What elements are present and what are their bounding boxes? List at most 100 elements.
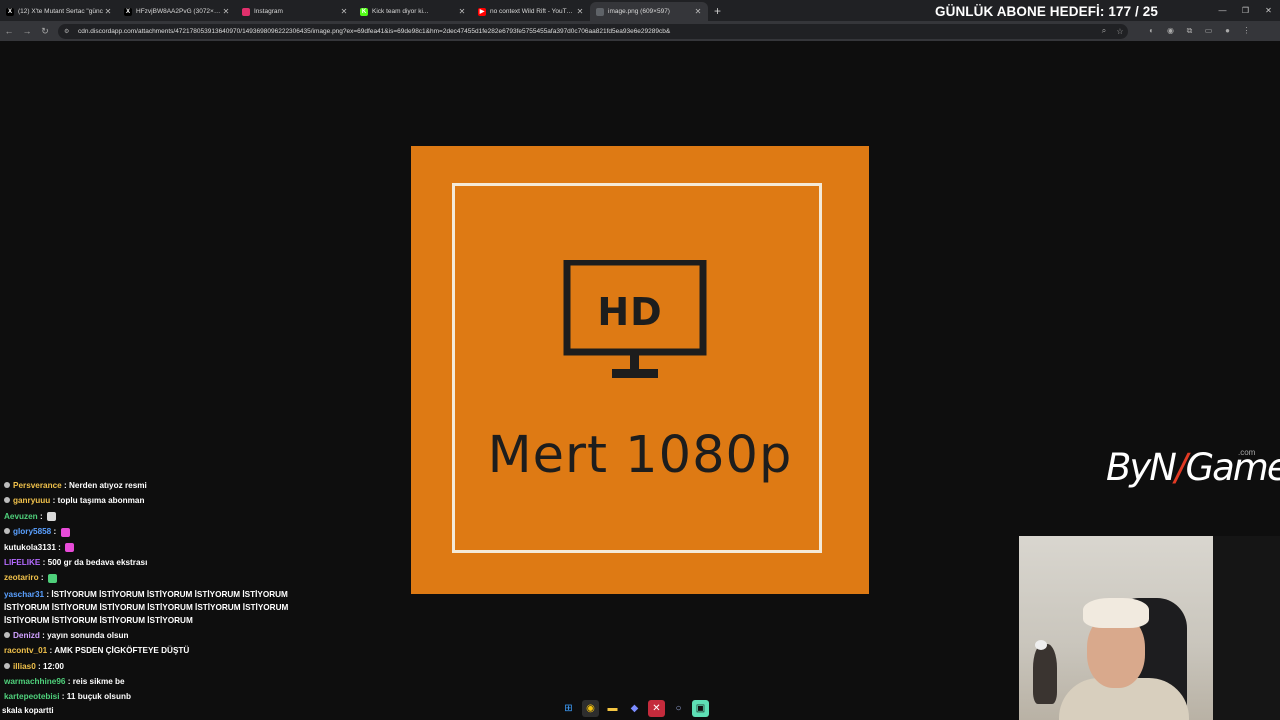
profile-avatar[interactable]: ● xyxy=(1218,26,1237,36)
close-tab-icon[interactable]: ✕ xyxy=(104,7,112,16)
forward-icon[interactable]: → xyxy=(18,26,36,36)
file-explorer-icon[interactable]: ▬ xyxy=(604,700,621,717)
chat-separator: : xyxy=(50,496,58,506)
chat-emote-icon xyxy=(60,527,70,537)
webcam-dark-edge xyxy=(1213,536,1280,720)
tab-title: HFzvjBW8AA2PvG (3072×4096) xyxy=(136,8,222,15)
url-text[interactable]: cdn.discordapp.com/attachments/472178053… xyxy=(78,28,1096,35)
chat-message: warmachhine96 : reis sikme be xyxy=(0,674,316,689)
new-tab-icon[interactable]: + xyxy=(714,4,721,18)
browser-tab[interactable]: X HFzvjBW8AA2PvG (3072×4096) ✕ xyxy=(118,2,236,21)
chat-username[interactable]: LIFELIKE xyxy=(4,558,40,567)
hd-label: HD xyxy=(597,290,663,334)
webcam-feed xyxy=(1019,536,1213,720)
app-icon[interactable]: ▣ xyxy=(692,700,709,717)
logo-domain: .com xyxy=(1238,448,1256,457)
app-icon[interactable]: ◆ xyxy=(626,700,643,717)
tab-title: (12) X'te Mutant Sertac "günc xyxy=(18,8,103,15)
chat-message: illias0 : 12:00 xyxy=(0,659,316,674)
puzzle-icon[interactable]: ⧉ xyxy=(1180,26,1199,36)
user-badge-icon xyxy=(4,497,10,504)
chat-message: Denizd : yayın sonunda olsun xyxy=(0,628,316,643)
user-badge-icon xyxy=(4,631,10,638)
extension-icon[interactable]: ◐ xyxy=(1142,26,1161,36)
windows-start-icon[interactable]: ⊞ xyxy=(560,700,577,717)
chat-separator: : xyxy=(61,481,69,490)
window-controls: — ❐ ✕ xyxy=(1211,0,1280,21)
chat-message: Aevuzen : xyxy=(0,509,316,524)
eagle-figurine xyxy=(1033,644,1057,704)
tab-favicon: X xyxy=(124,7,132,16)
chat-message: racontv_01 : AMK PSDEN ÇİGKÖFTEYE DÜŞTÜ xyxy=(0,643,316,658)
chat-message: zeotariro : xyxy=(0,570,316,585)
chat-username[interactable]: kartepeotebisi xyxy=(4,692,60,701)
chat-message: Persverance : Nerden atıyoz resmi xyxy=(0,478,316,493)
chat-text: 12:00 xyxy=(43,661,64,671)
image-caption: Mert 1080p xyxy=(487,426,793,485)
chat-emote-icon xyxy=(46,512,56,522)
chat-username[interactable]: ganryuuu xyxy=(13,496,50,505)
chat-username[interactable]: Aevuzen xyxy=(4,512,38,521)
address-bar[interactable]: ⚙ cdn.discordapp.com/attachments/4721780… xyxy=(58,23,1128,39)
site-info-icon[interactable]: ⚙ xyxy=(64,28,72,35)
streamer-hair xyxy=(1083,598,1149,628)
close-tab-icon[interactable]: ✕ xyxy=(694,7,702,16)
browser-tab[interactable]: X (12) X'te Mutant Sertac "günc ✕ xyxy=(0,2,118,21)
chat-separator: : xyxy=(37,511,45,521)
chat-text: 500 gr da bedava ekstrası xyxy=(47,558,148,568)
chat-panel: Persverance : Nerden atıyoz resmi ganryuu… xyxy=(0,478,316,705)
minimize-icon[interactable]: — xyxy=(1211,0,1234,21)
chat-username[interactable]: kutukola3131 xyxy=(4,543,56,552)
menu-kebab-icon[interactable]: ⋮ xyxy=(1237,26,1256,36)
chat-message: kartepeotebisi : 11 buçuk olsunb xyxy=(0,689,316,704)
chat-message: LIFELIKE : 500 gr da bedava ekstrası xyxy=(0,555,316,570)
user-badge-icon xyxy=(4,528,10,535)
app-icon[interactable]: ○ xyxy=(670,700,687,717)
browser-tab-active[interactable]: image.png (609×597) ✕ xyxy=(590,2,708,21)
chrome-icon[interactable]: ◉ xyxy=(582,700,599,717)
chat-separator: : xyxy=(38,573,46,583)
subscriber-goal: GÜNLÜK ABONE HEDEFİ: 177 / 25 xyxy=(935,4,1158,19)
bookmark-star-icon[interactable]: ☆ xyxy=(1112,27,1128,36)
close-tab-icon[interactable]: ✕ xyxy=(458,7,466,16)
chat-separator: : xyxy=(35,661,44,671)
chat-input-text[interactable]: skala kopartti xyxy=(2,706,54,715)
chat-username[interactable]: yaschar31 xyxy=(4,590,44,599)
zoom-icon[interactable]: ⌕ xyxy=(1096,26,1112,36)
close-tab-icon[interactable]: ✕ xyxy=(222,7,230,16)
chat-username[interactable]: glory5858 xyxy=(13,527,51,536)
chat-text: AMK PSDEN ÇİGKÖFTEYE DÜŞTÜ xyxy=(54,646,190,656)
chat-username[interactable]: illias0 xyxy=(13,662,36,671)
chat-username[interactable]: warmachhine96 xyxy=(4,677,65,686)
tab-favicon: K xyxy=(360,7,368,16)
chat-message: glory5858 : xyxy=(0,524,316,539)
close-window-icon[interactable]: ✕ xyxy=(1257,0,1280,21)
chat-text: toplu taşıma abonman xyxy=(57,496,145,506)
restore-icon[interactable]: ❐ xyxy=(1234,0,1257,21)
reload-icon[interactable]: ↻ xyxy=(36,26,54,37)
browser-tab[interactable]: ▶ no context Wild Rift - YouTube ✕ xyxy=(472,2,590,21)
chat-username[interactable]: zeotariro xyxy=(4,573,39,582)
taskbar: ⊞ ◉ ▬ ◆ ✕ ○ ▣ xyxy=(560,700,709,718)
tab-title: Kick team diyor ki... xyxy=(372,8,429,15)
user-badge-icon xyxy=(4,482,10,488)
chat-separator: : xyxy=(55,542,64,552)
close-tab-icon[interactable]: ✕ xyxy=(576,7,584,16)
tab-favicon: ▶ xyxy=(478,7,486,16)
chat-username[interactable]: Persverance xyxy=(13,481,62,490)
displayed-image: HD Mert 1080p xyxy=(411,146,869,594)
chat-username[interactable]: Denizd xyxy=(13,631,40,640)
extension-icon[interactable]: ◉ xyxy=(1161,26,1180,36)
chat-username[interactable]: racontv_01 xyxy=(4,646,47,655)
chat-text: yayın sonunda olsun xyxy=(47,630,129,640)
chat-separator: : xyxy=(40,558,48,568)
browser-tab[interactable]: Instagram ✕ xyxy=(236,2,354,21)
chat-message: yaschar31 : İSTİYORUM İSTİYORUM İSTİYORU… xyxy=(0,586,316,628)
browser-tab[interactable]: K Kick team diyor ki... ✕ xyxy=(354,2,472,21)
tab-favicon: X xyxy=(6,7,14,16)
sidebar-icon[interactable]: ▭ xyxy=(1199,26,1218,36)
close-tab-icon[interactable]: ✕ xyxy=(340,7,348,16)
tab-title: no context Wild Rift - YouTube xyxy=(490,8,576,15)
back-icon[interactable]: ← xyxy=(0,26,18,36)
app-icon[interactable]: ✕ xyxy=(648,700,665,717)
